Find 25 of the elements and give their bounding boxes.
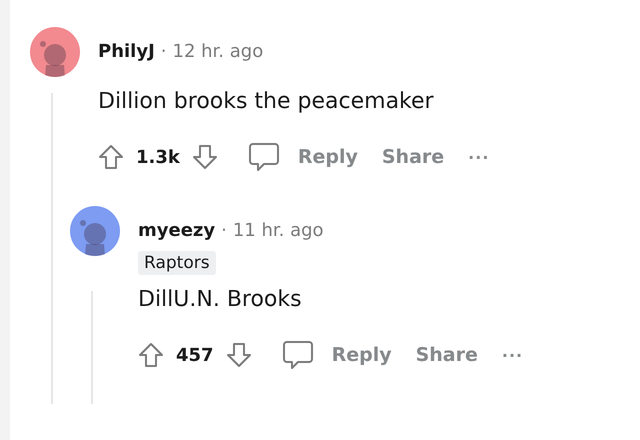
username-link[interactable]: PhilyJ bbox=[98, 41, 155, 62]
reply-button[interactable]: Reply bbox=[292, 146, 364, 168]
vote-count: 1.3k bbox=[136, 146, 180, 168]
upvote-icon[interactable] bbox=[138, 342, 164, 368]
downvote-icon[interactable] bbox=[192, 144, 218, 170]
user-flair: Raptors bbox=[138, 251, 216, 275]
username-link[interactable]: myeezy bbox=[138, 220, 216, 241]
comment-text: Dillion brooks the peacemaker bbox=[98, 88, 435, 114]
upvote-icon[interactable] bbox=[98, 144, 124, 170]
timestamp: 11 hr. ago bbox=[232, 220, 324, 241]
vote-count: 457 bbox=[176, 344, 214, 366]
more-button[interactable]: ··· bbox=[462, 148, 496, 166]
share-button[interactable]: Share bbox=[410, 344, 484, 366]
comment-icon[interactable] bbox=[282, 340, 314, 370]
avatar[interactable] bbox=[30, 27, 80, 77]
share-button[interactable]: Share bbox=[376, 146, 450, 168]
more-button[interactable]: ··· bbox=[496, 346, 530, 364]
avatar[interactable] bbox=[70, 206, 120, 256]
timestamp: 12 hr. ago bbox=[172, 41, 264, 62]
comment-icon[interactable] bbox=[248, 142, 280, 172]
separator: · bbox=[160, 41, 167, 62]
separator: · bbox=[221, 220, 227, 241]
comment-text: DillU.N. Brooks bbox=[138, 286, 303, 312]
reply-button[interactable]: Reply bbox=[326, 344, 398, 366]
downvote-icon[interactable] bbox=[226, 342, 252, 368]
